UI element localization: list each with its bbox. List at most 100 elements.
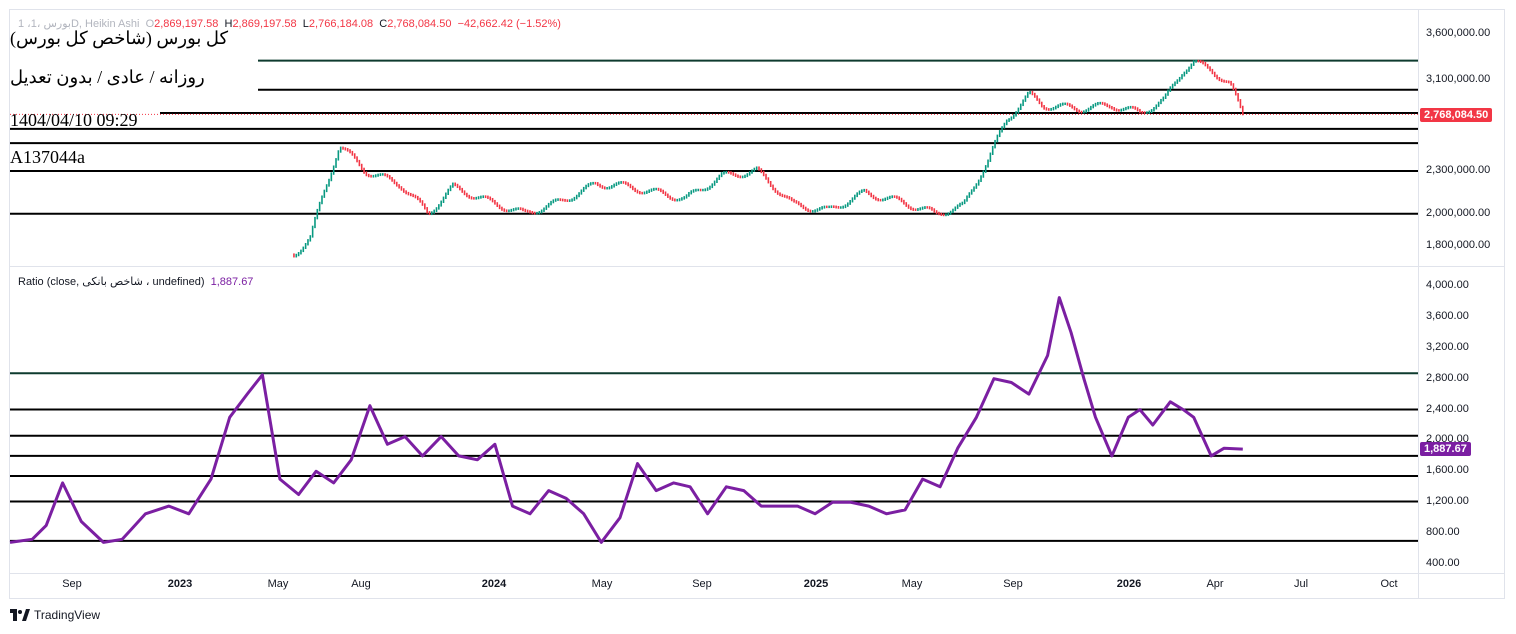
candle bbox=[538, 211, 541, 215]
candle bbox=[975, 183, 978, 189]
candle bbox=[1141, 110, 1144, 114]
indicator-legend[interactable]: Ratio (close, شاخص بانکی ، undefined) 1,… bbox=[18, 275, 253, 288]
candle bbox=[823, 205, 826, 209]
candle bbox=[395, 181, 398, 187]
candle bbox=[463, 190, 466, 196]
indicator-label: Ratio (close, شاخص بانکی ، undefined) bbox=[18, 276, 205, 288]
candle bbox=[1164, 93, 1167, 100]
candle bbox=[1127, 106, 1130, 110]
candle bbox=[524, 208, 527, 213]
candle bbox=[526, 209, 529, 213]
candle bbox=[636, 189, 639, 194]
candle bbox=[748, 171, 751, 176]
candle bbox=[961, 201, 964, 206]
x-tick-label: 2025 bbox=[803, 578, 829, 590]
index-name-label[interactable]: (کل بورس (شاخص کل بورس bbox=[10, 28, 228, 49]
candle bbox=[1108, 104, 1111, 109]
candle bbox=[840, 206, 842, 209]
candle bbox=[454, 182, 456, 187]
candle bbox=[704, 188, 707, 192]
candle bbox=[573, 196, 576, 201]
candle bbox=[302, 246, 305, 253]
candle bbox=[608, 186, 611, 190]
candle bbox=[699, 188, 702, 192]
candle bbox=[447, 188, 449, 195]
candle bbox=[1078, 109, 1080, 114]
candle bbox=[765, 173, 767, 180]
candle bbox=[342, 146, 344, 150]
candle bbox=[688, 191, 690, 197]
candle bbox=[968, 192, 971, 198]
candle bbox=[851, 197, 854, 203]
candle bbox=[459, 185, 461, 191]
candle bbox=[438, 204, 440, 210]
candle bbox=[786, 195, 788, 199]
candle bbox=[1204, 61, 1207, 67]
candle bbox=[1099, 101, 1102, 105]
x-tick-label: 2024 bbox=[481, 578, 507, 590]
candle bbox=[475, 196, 478, 200]
candle bbox=[814, 209, 816, 213]
candle bbox=[566, 199, 569, 202]
candle bbox=[1155, 104, 1158, 110]
candle bbox=[989, 152, 992, 162]
candle bbox=[1237, 93, 1239, 102]
candle bbox=[466, 192, 468, 198]
candle bbox=[381, 173, 384, 176]
candle bbox=[1092, 104, 1095, 109]
candle bbox=[580, 189, 583, 195]
x-tick-label: Sep bbox=[692, 578, 712, 590]
candle bbox=[828, 205, 830, 209]
candle bbox=[1225, 80, 1228, 83]
candle bbox=[1143, 111, 1146, 114]
candle bbox=[737, 174, 739, 178]
candle bbox=[615, 182, 618, 187]
candle bbox=[1146, 111, 1148, 114]
candle bbox=[751, 169, 753, 174]
candle bbox=[409, 192, 412, 197]
candle bbox=[821, 206, 823, 210]
candle bbox=[582, 186, 585, 192]
low-value: 2,766,184.08 bbox=[308, 18, 374, 30]
candle bbox=[716, 177, 718, 184]
chart-canvas[interactable] bbox=[0, 0, 1516, 634]
candle bbox=[858, 190, 861, 195]
x-tick-label: Sep bbox=[1003, 578, 1023, 590]
tradingview-logo[interactable]: TradingView bbox=[10, 608, 100, 622]
candle bbox=[295, 253, 298, 258]
candle bbox=[1111, 105, 1113, 110]
candle bbox=[891, 195, 894, 199]
candle bbox=[912, 207, 915, 211]
candle bbox=[900, 197, 903, 203]
candle bbox=[575, 194, 578, 200]
candle bbox=[1097, 102, 1099, 106]
ratio-last-value-badge: 1,887.67 bbox=[1420, 442, 1471, 456]
candle bbox=[825, 205, 828, 209]
candle bbox=[1064, 102, 1066, 106]
candle bbox=[561, 198, 564, 202]
candle bbox=[723, 171, 725, 175]
datetime-label[interactable]: 1404/04/10 09:29 bbox=[10, 110, 138, 131]
candle bbox=[1050, 107, 1052, 111]
candle bbox=[1132, 105, 1134, 109]
main-y-tick-label: 3,600,000.00 bbox=[1426, 27, 1491, 39]
ratio-y-tick-label: 4,000.00 bbox=[1426, 279, 1469, 291]
candle bbox=[1157, 101, 1160, 107]
candle bbox=[1134, 106, 1137, 110]
candle bbox=[484, 195, 487, 199]
candle bbox=[417, 195, 419, 201]
candle bbox=[734, 173, 737, 177]
candle bbox=[393, 179, 396, 185]
code-label[interactable]: A137044a bbox=[10, 147, 85, 168]
candle bbox=[634, 187, 636, 193]
candle bbox=[947, 212, 950, 216]
candle bbox=[1118, 109, 1120, 112]
candle bbox=[910, 206, 912, 211]
candle bbox=[349, 149, 351, 154]
candle bbox=[949, 210, 952, 215]
x-tick-label: Jul bbox=[1293, 578, 1309, 590]
timeframe-label[interactable]: روزانه / عادی / بدون تعدیل bbox=[10, 67, 205, 88]
candle bbox=[931, 206, 933, 211]
indicator-value: 1,887.67 bbox=[210, 276, 254, 288]
candle bbox=[783, 194, 786, 198]
